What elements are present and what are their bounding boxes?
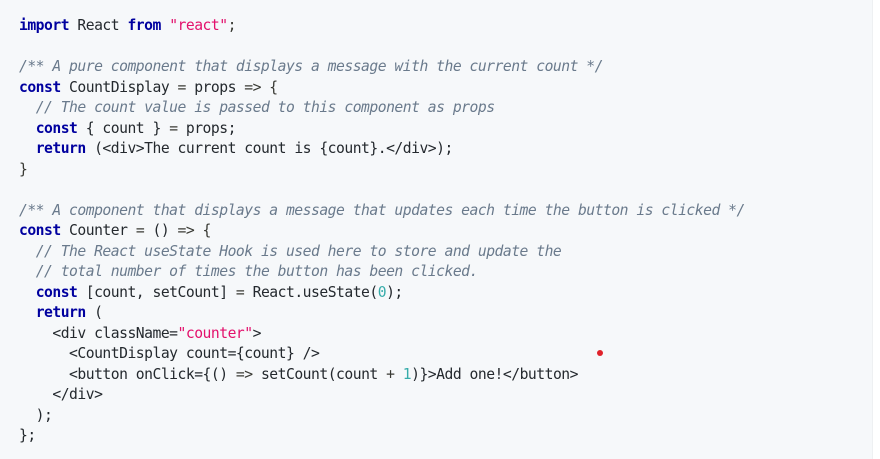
code-token: const xyxy=(19,222,61,239)
code-token: return xyxy=(35,304,87,321)
code-line: ); xyxy=(19,406,745,427)
code-token: )}>Add one!</button> xyxy=(411,365,578,383)
code-token: // The count value is passed to this com… xyxy=(35,99,495,116)
code-line: const CountDisplay = props => { xyxy=(19,78,745,99)
code-token: </div> xyxy=(19,386,103,403)
code-token: Counter xyxy=(60,222,136,239)
code-token: ); xyxy=(386,283,403,301)
code-line: </div> xyxy=(19,385,745,406)
code-token: { xyxy=(194,222,212,239)
code-token: <div className= xyxy=(19,324,178,342)
code-token: <button onClick={() xyxy=(19,365,236,383)
code-line: const { count } = props; xyxy=(19,119,745,140)
code-line: return ( xyxy=(19,303,745,324)
code-token: /** A pure component that displays a mes… xyxy=(19,58,603,75)
code-line: /** A component that displays a message … xyxy=(19,201,745,222)
code-token: ); xyxy=(19,406,53,424)
code-token: React xyxy=(69,17,128,34)
code-token: props xyxy=(185,78,245,96)
code-token: { count } xyxy=(77,119,170,137)
code-token: props; xyxy=(177,119,237,137)
code-token: 0 xyxy=(377,283,387,301)
code-token: "react" xyxy=(169,17,228,34)
code-token: /** A component that displays a message … xyxy=(19,201,745,219)
code-token: from xyxy=(127,17,161,34)
code-token: 1 xyxy=(402,365,412,383)
code-token: <CountDisplay count={count} /> xyxy=(19,345,320,362)
code-token: > xyxy=(252,324,262,342)
code-block: import React from "react"; /** A pure co… xyxy=(0,0,873,459)
code-token: { xyxy=(260,78,278,96)
code-token: ( xyxy=(85,304,103,321)
code-line: <CountDisplay count={count} /> xyxy=(19,344,745,365)
code-token: const xyxy=(19,78,61,96)
code-token: React.useState( xyxy=(244,283,379,301)
code-token: => xyxy=(235,365,253,383)
code-token: = xyxy=(235,283,245,301)
code-token: const xyxy=(35,119,78,137)
code-line: // The count value is passed to this com… xyxy=(19,98,745,119)
code-token: = xyxy=(177,78,187,96)
code-token: setCount(count xyxy=(252,365,387,383)
code-line: const Counter = () => { xyxy=(19,221,745,242)
code-line: <div className="counter"> xyxy=(19,324,745,345)
code-token: "counter" xyxy=(177,324,254,342)
code-token: import xyxy=(19,17,70,34)
code-line: /** A pure component that displays a mes… xyxy=(19,57,745,78)
red-dot-marker xyxy=(597,350,603,356)
code-line: const [count, setCount] = React.useState… xyxy=(19,283,745,304)
code-line: <button onClick={() => setCount(count + … xyxy=(19,365,745,386)
code-line: // The React useState Hook is used here … xyxy=(19,242,745,263)
code-token: = xyxy=(135,222,145,239)
code-token: = xyxy=(169,119,178,137)
code-token: (<div>The current count is {count}.</div… xyxy=(85,140,453,157)
code-token: return xyxy=(35,140,87,157)
code-token: }; xyxy=(19,427,36,444)
code-token: [count, setCount] xyxy=(77,283,236,301)
code-line: }; xyxy=(19,426,745,447)
code-line: // total number of times the button has … xyxy=(19,262,745,283)
code-token: => xyxy=(244,78,261,96)
code-line: return (<div>The current count is {count… xyxy=(19,139,745,160)
code-token: // The React useState Hook is used here … xyxy=(35,242,562,260)
code-line: } xyxy=(19,160,745,181)
code-token: => xyxy=(177,222,195,239)
code-listing: import React from "react"; /** A pure co… xyxy=(19,16,745,447)
code-token: CountDisplay xyxy=(60,78,178,96)
code-token: () xyxy=(144,222,178,239)
code-token: // total number of times the button has … xyxy=(35,263,479,280)
code-token: ; xyxy=(227,17,237,34)
code-line: import React from "react"; xyxy=(19,16,745,37)
code-token: } xyxy=(19,160,28,178)
code-token: const xyxy=(35,283,78,301)
